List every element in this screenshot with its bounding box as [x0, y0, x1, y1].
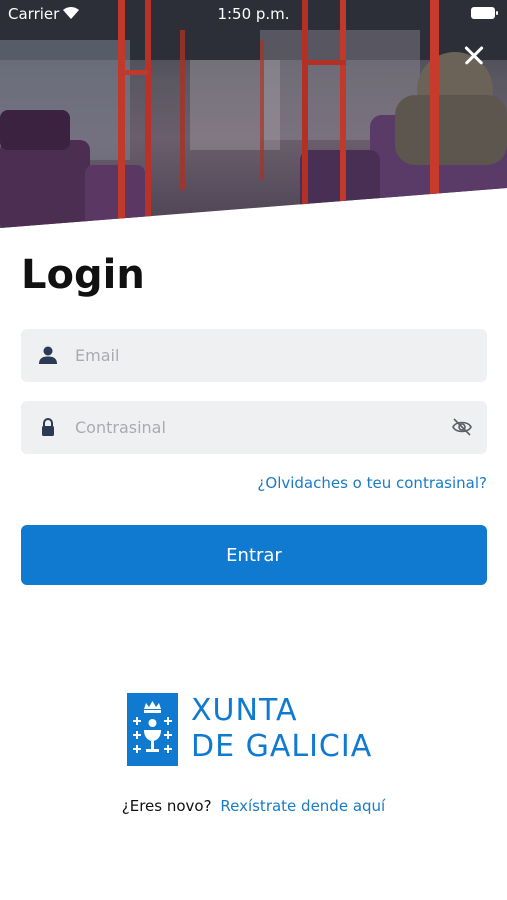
login-button[interactable]: Entrar [21, 525, 487, 585]
status-time: 1:50 p.m. [217, 5, 290, 23]
logo-text-xunta: XUNTA [191, 693, 298, 728]
lock-icon [42, 418, 54, 436]
close-icon[interactable] [455, 36, 493, 74]
header-photo [0, 0, 507, 228]
bus-interior-image [0, 0, 507, 228]
password-field[interactable] [21, 401, 487, 454]
register-question: ¿Eres novo? [121, 797, 212, 815]
battery-icon [471, 7, 498, 19]
register-link[interactable]: Rexístrate dende aquí [220, 797, 385, 815]
logo-text-de-galicia: DE GALICIA [191, 729, 373, 764]
password-input[interactable] [75, 401, 445, 454]
galicia-emblem-icon [127, 693, 178, 766]
page-title: Login [21, 252, 145, 298]
forgot-password-link[interactable]: ¿Olvidaches o teu contrasinal? [257, 474, 487, 492]
xunta-logo: XUNTA DE GALICIA [127, 693, 383, 767]
register-prompt: ¿Eres novo? Rexístrate dende aquí [0, 797, 507, 815]
status-bar: Carrier 1:50 p.m. [0, 0, 507, 28]
eye-off-icon[interactable] [451, 417, 473, 437]
user-icon [39, 346, 57, 364]
email-input[interactable] [75, 329, 445, 382]
email-field[interactable] [21, 329, 487, 382]
